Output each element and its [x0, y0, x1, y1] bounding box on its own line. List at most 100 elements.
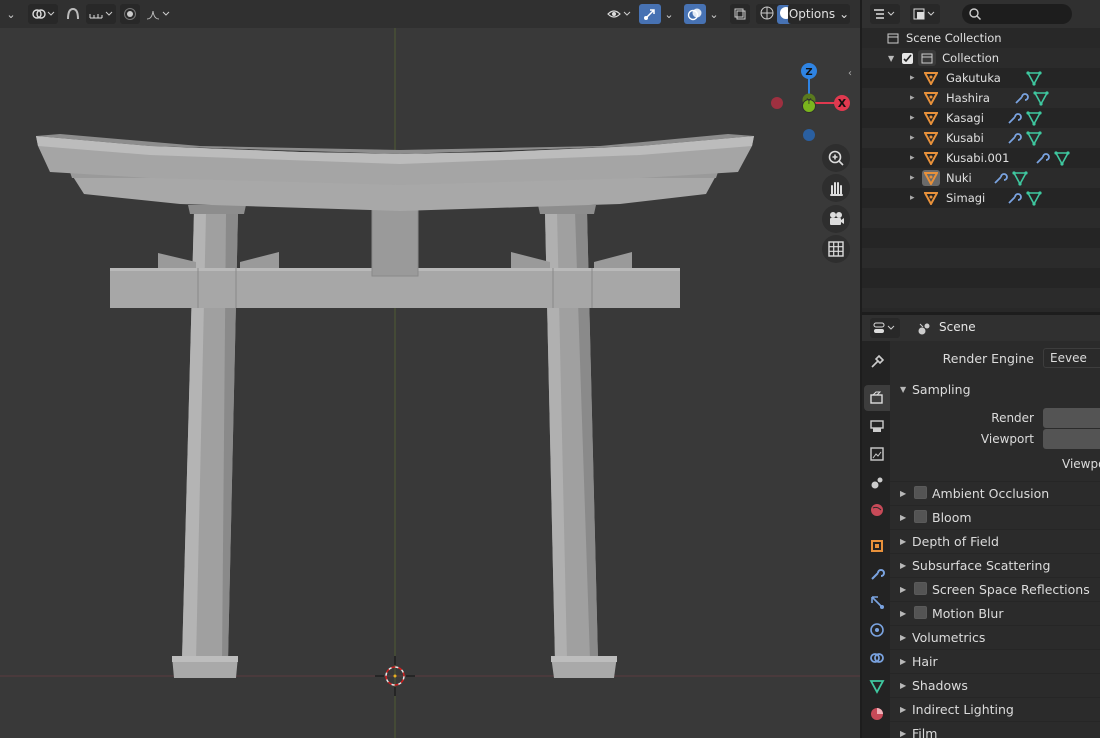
checkbox-checked-icon[interactable]: [902, 52, 914, 64]
collapsed-arrow-icon: ▶: [900, 728, 907, 738]
panel-header[interactable]: ▶ Film: [890, 721, 1100, 738]
outliner-object-row[interactable]: ▸ Kasagi: [862, 108, 1100, 128]
collection-row[interactable]: ▼ Collection: [862, 48, 1100, 68]
transform-pivot-icon[interactable]: [28, 4, 58, 24]
snap-icon[interactable]: [62, 4, 84, 24]
tab-material[interactable]: [864, 701, 890, 727]
tab-object[interactable]: [864, 533, 890, 559]
expand-arrow-icon[interactable]: ▸: [910, 93, 918, 103]
chevron-down-icon[interactable]: ⌄: [661, 4, 677, 24]
panel-enable-checkbox[interactable]: [914, 486, 927, 499]
expand-arrow-icon[interactable]: ▸: [910, 73, 918, 83]
gizmo-z-label: Z: [805, 67, 812, 78]
wrench-modifier-icon[interactable]: [1006, 110, 1022, 129]
outliner-object-row[interactable]: ▸ Hashira: [862, 88, 1100, 108]
expand-arrow-icon[interactable]: ▼: [888, 54, 894, 63]
wireframe-shading-icon[interactable]: [760, 6, 774, 23]
tab-modifiers[interactable]: [864, 561, 890, 587]
viewport-samples-field[interactable]: [1043, 429, 1100, 449]
tab-particles[interactable]: [864, 589, 890, 615]
panel-title: Volumetrics: [912, 629, 986, 645]
panel-title: Hair: [912, 653, 938, 669]
grid-view-icon[interactable]: [822, 235, 850, 263]
object-name-label: Kusabi: [946, 131, 984, 145]
panel-header[interactable]: ▶ Ambient Occlusion: [890, 481, 1100, 505]
expand-arrow-icon[interactable]: ▸: [910, 173, 918, 183]
panel-header[interactable]: ▶ Depth of Field: [890, 529, 1100, 553]
outliner-header: [862, 0, 1100, 28]
outliner-object-row[interactable]: ▸ Gakutuka: [862, 68, 1100, 88]
panel-header[interactable]: ▶ Volumetrics: [890, 625, 1100, 649]
snap-increment-icon[interactable]: [86, 4, 116, 24]
panel-header[interactable]: ▶ Motion Blur: [890, 601, 1100, 625]
options-dropdown[interactable]: Options ⌄: [788, 4, 850, 24]
visibility-eye-icon[interactable]: [604, 4, 634, 24]
mesh-object-icon: [922, 130, 940, 146]
chevron-down-icon[interactable]: ⌄: [706, 4, 722, 24]
wrench-modifier-icon[interactable]: [1006, 130, 1022, 149]
proportional-editing-icon[interactable]: [120, 4, 140, 24]
panel-header[interactable]: ▶ Indirect Lighting: [890, 697, 1100, 721]
pan-hand-icon[interactable]: [822, 174, 850, 202]
navigation-gizmo[interactable]: X Z Y: [765, 60, 855, 150]
wrench-modifier-icon[interactable]: [1034, 150, 1050, 169]
panel-enable-checkbox[interactable]: [914, 606, 927, 619]
editor-type-icon[interactable]: [870, 318, 900, 338]
tab-world[interactable]: [864, 497, 890, 523]
overlays-toggle-icon[interactable]: [684, 4, 706, 24]
falloff-curve-icon[interactable]: [143, 4, 173, 24]
panel-enable-checkbox[interactable]: [914, 582, 927, 595]
zoom-icon[interactable]: [822, 144, 850, 172]
tab-view-layer[interactable]: [864, 441, 890, 467]
mesh-data-icon[interactable]: [1026, 70, 1042, 89]
outliner-object-row[interactable]: ▸ Kusabi.001: [862, 148, 1100, 168]
panel-header[interactable]: ▶ Hair: [890, 649, 1100, 673]
xray-toggle-icon[interactable]: [730, 4, 750, 24]
sampling-panel-header[interactable]: ▼ Sampling: [890, 377, 1100, 401]
expand-arrow-icon[interactable]: ▸: [910, 193, 918, 203]
tab-output[interactable]: [864, 413, 890, 439]
tab-data[interactable]: [864, 673, 890, 699]
viewport-denoising-row[interactable]: Viewpo: [890, 452, 1100, 476]
sampling-viewport-label: Viewport: [980, 432, 1034, 446]
expand-arrow-icon[interactable]: ▸: [910, 113, 918, 123]
panel-enable-checkbox[interactable]: [914, 510, 927, 523]
outliner-search-input[interactable]: [962, 4, 1072, 24]
panel-header[interactable]: ▶ Bloom: [890, 505, 1100, 529]
mesh-data-icon[interactable]: [1026, 130, 1042, 149]
outliner-object-row[interactable]: ▸ Kusabi: [862, 128, 1100, 148]
wrench-modifier-icon[interactable]: [992, 170, 1008, 189]
outliner-object-row[interactable]: ▸ Simagi: [862, 188, 1100, 208]
expand-arrow-icon[interactable]: ▸: [910, 133, 918, 143]
wrench-modifier-icon[interactable]: [1013, 90, 1029, 109]
tab-render[interactable]: [864, 385, 890, 411]
mesh-data-icon[interactable]: [1054, 150, 1070, 169]
tab-scene[interactable]: [864, 469, 890, 495]
gizmo-toggle-icon[interactable]: [639, 4, 661, 24]
chevron-down-icon[interactable]: ⌄: [2, 4, 20, 24]
collapsed-arrow-icon: ▶: [900, 536, 907, 546]
mesh-data-icon[interactable]: [1012, 170, 1028, 189]
3d-viewport[interactable]: ⌄ ⌄ ⌄ Options ⌄ X Z Y ‹: [0, 0, 860, 738]
mesh-data-icon[interactable]: [1026, 190, 1042, 209]
expand-arrow-icon[interactable]: ▸: [910, 153, 918, 163]
panel-header[interactable]: ▶ Subsurface Scattering: [890, 553, 1100, 577]
object-name-label: Kasagi: [946, 111, 984, 125]
tab-physics[interactable]: [864, 617, 890, 643]
panel-header[interactable]: ▶ Screen Space Reflections: [890, 577, 1100, 601]
tab-tool[interactable]: [864, 349, 890, 375]
mesh-data-icon[interactable]: [1033, 90, 1049, 109]
scene-collection-row[interactable]: Scene Collection: [862, 28, 1100, 48]
mesh-data-icon[interactable]: [1026, 110, 1042, 129]
editor-type-icon[interactable]: [870, 4, 900, 24]
camera-view-icon[interactable]: [822, 205, 850, 233]
wrench-modifier-icon[interactable]: [1006, 190, 1022, 209]
outliner-object-row[interactable]: ▸ Nuki: [862, 168, 1100, 188]
chevron-left-icon[interactable]: ‹: [848, 68, 860, 82]
render-engine-dropdown[interactable]: Eevee: [1043, 348, 1100, 368]
tab-constraints[interactable]: [864, 645, 890, 671]
display-mode-icon[interactable]: [910, 4, 940, 24]
panel-header[interactable]: ▶ Shadows: [890, 673, 1100, 697]
render-samples-field[interactable]: [1043, 408, 1100, 428]
viewport-scene[interactable]: [0, 0, 860, 738]
